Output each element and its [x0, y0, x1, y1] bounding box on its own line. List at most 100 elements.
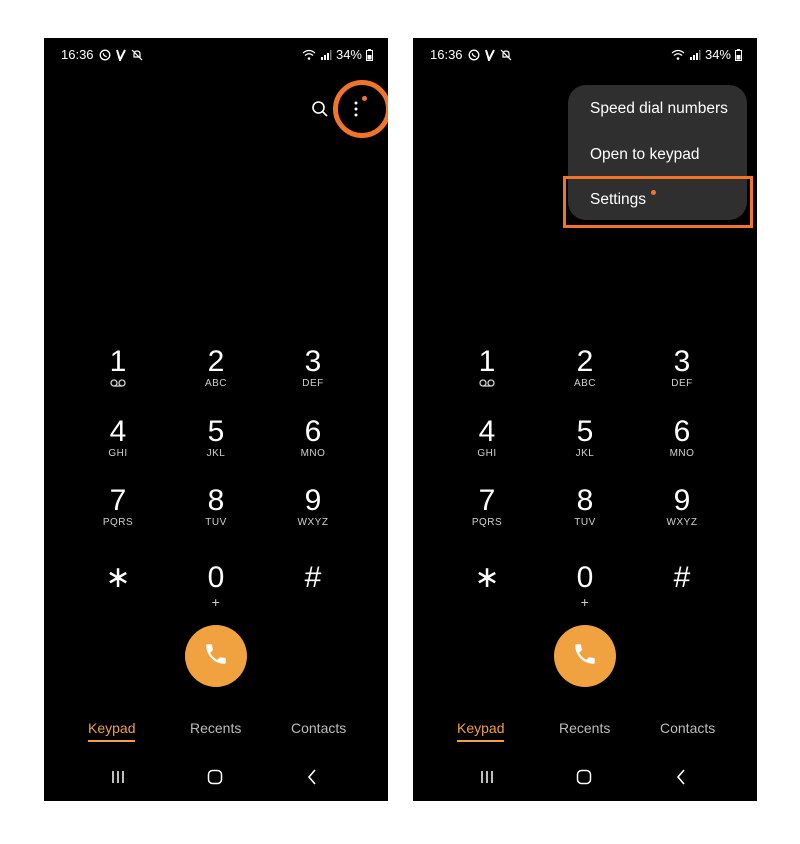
call-button[interactable]: [185, 625, 247, 687]
battery-icon: [735, 48, 742, 61]
battery-percent: 34%: [704, 47, 731, 62]
key-7[interactable]: 8 TUV: [540, 485, 630, 545]
home-icon: [207, 769, 223, 790]
home-icon: [576, 769, 592, 790]
search-icon: [311, 100, 329, 123]
key-2[interactable]: 3 DEF: [268, 346, 358, 406]
key-letters: GHI: [108, 448, 128, 459]
key-1[interactable]: 2 ABC: [171, 346, 261, 406]
menu-item-open-keypad[interactable]: Open to keypad: [590, 146, 699, 164]
tab-contacts[interactable]: Contacts: [291, 720, 346, 736]
key-letters: PQRS: [102, 517, 134, 528]
signal-icon: [320, 49, 332, 61]
key-digit: 4: [109, 415, 127, 448]
key-10[interactable]: 0 +: [540, 562, 630, 622]
voicemail-icon: [442, 378, 532, 390]
recent-apps-button[interactable]: [472, 766, 502, 792]
recent-apps-icon: [110, 770, 126, 789]
menu-item-speed-dial[interactable]: Speed dial numbers: [590, 100, 728, 118]
key-digit: 0: [576, 561, 594, 594]
active-tab-indicator: [88, 740, 135, 742]
key-5[interactable]: 6 MNO: [268, 416, 358, 476]
key-digit: 7: [478, 484, 496, 517]
key-5[interactable]: 6 MNO: [637, 416, 727, 476]
key-digit: 0: [207, 561, 225, 594]
home-button[interactable]: [200, 766, 230, 792]
key-digit: 3: [304, 345, 322, 378]
key-1[interactable]: 2 ABC: [540, 346, 630, 406]
key-letters: MNO: [669, 448, 695, 459]
key-digit: ∗: [105, 561, 131, 594]
key-letters: WXYZ: [666, 517, 698, 528]
highlight-circle: [333, 80, 388, 138]
key-digit: 9: [673, 484, 691, 517]
tab-recents[interactable]: Recents: [559, 720, 610, 736]
back-icon: [307, 768, 317, 790]
tab-recents[interactable]: Recents: [190, 720, 241, 736]
key-digit: 1: [478, 345, 496, 378]
key-11[interactable]: #: [637, 562, 727, 622]
key-0[interactable]: 1: [442, 346, 532, 406]
key-2[interactable]: 3 DEF: [637, 346, 727, 406]
key-digit: 6: [673, 415, 691, 448]
key-letters: TUV: [574, 517, 596, 528]
key-10[interactable]: 0 +: [171, 562, 261, 622]
key-3[interactable]: 4 GHI: [442, 416, 532, 476]
key-letters: DEF: [302, 378, 324, 389]
key-letters: ABC: [573, 378, 597, 389]
back-button[interactable]: [297, 766, 327, 792]
key-letters: TUV: [205, 517, 227, 528]
key-digit: 2: [576, 345, 594, 378]
key-8[interactable]: 9 WXYZ: [637, 485, 727, 545]
wifi-icon: [302, 49, 316, 61]
key-digit: 2: [207, 345, 225, 378]
key-letters: JKL: [575, 448, 595, 459]
phone-screen-dialer-menu-open: 16:36 34% Speed dial numbers Open to key…: [413, 38, 757, 801]
key-digit: 4: [478, 415, 496, 448]
key-7[interactable]: 8 TUV: [171, 485, 261, 545]
key-digit: 5: [576, 415, 594, 448]
phone-icon: [203, 641, 229, 672]
back-icon: [676, 768, 686, 790]
key-11[interactable]: #: [268, 562, 358, 622]
whatsapp-icon: [99, 49, 111, 61]
call-button[interactable]: [554, 625, 616, 687]
key-digit: 9: [304, 484, 322, 517]
navigation-bar: [413, 766, 757, 792]
key-digit: 7: [109, 484, 127, 517]
key-0[interactable]: 1: [73, 346, 163, 406]
key-digit: 8: [576, 484, 594, 517]
v-app-icon: [484, 49, 495, 61]
active-tab-indicator: [457, 740, 504, 742]
wifi-icon: [671, 49, 685, 61]
key-9[interactable]: ∗: [442, 562, 532, 622]
recent-apps-button[interactable]: [103, 766, 133, 792]
key-letters: ABC: [204, 378, 228, 389]
recent-apps-icon: [479, 770, 495, 789]
phone-icon: [572, 641, 598, 672]
key-letters: DEF: [671, 378, 693, 389]
key-letters: GHI: [477, 448, 497, 459]
key-6[interactable]: 7 PQRS: [73, 485, 163, 545]
home-button[interactable]: [569, 766, 599, 792]
tab-keypad[interactable]: Keypad: [457, 720, 504, 736]
whatsapp-icon: [468, 49, 480, 61]
key-letters: +: [580, 594, 590, 610]
key-3[interactable]: 4 GHI: [73, 416, 163, 476]
key-4[interactable]: 5 JKL: [540, 416, 630, 476]
key-9[interactable]: ∗: [73, 562, 163, 622]
tab-contacts[interactable]: Contacts: [660, 720, 715, 736]
status-bar: 16:36 34%: [413, 38, 757, 70]
key-letters: WXYZ: [297, 517, 329, 528]
key-8[interactable]: 9 WXYZ: [268, 485, 358, 545]
back-button[interactable]: [666, 766, 696, 792]
key-digit: 1: [109, 345, 127, 378]
key-6[interactable]: 7 PQRS: [442, 485, 532, 545]
search-button[interactable]: [308, 99, 332, 123]
key-letters: JKL: [206, 448, 226, 459]
key-4[interactable]: 5 JKL: [171, 416, 261, 476]
signal-icon: [689, 49, 701, 61]
tab-keypad[interactable]: Keypad: [88, 720, 135, 736]
key-digit: 6: [304, 415, 322, 448]
key-digit: 3: [673, 345, 691, 378]
